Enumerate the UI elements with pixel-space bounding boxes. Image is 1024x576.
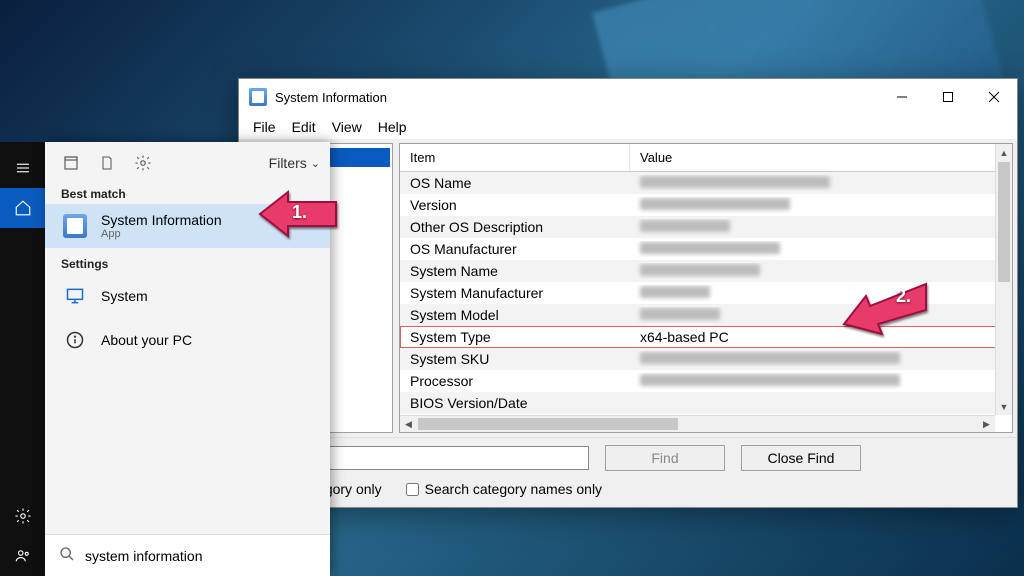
- item-cell: System SKU: [400, 351, 630, 367]
- settings-scope-icon[interactable]: [127, 147, 159, 179]
- table-row[interactable]: System Typex64-based PC: [400, 326, 1012, 348]
- scroll-up-icon[interactable]: ▲: [996, 144, 1012, 161]
- item-cell: Version: [400, 197, 630, 213]
- result-subtitle: App: [101, 228, 222, 240]
- info-icon: [61, 326, 89, 354]
- value-cell: [630, 307, 1012, 323]
- value-cell: [630, 241, 1012, 257]
- table-row[interactable]: BIOS Version/Date: [400, 392, 1012, 414]
- details-list: Item Value OS Name Version Other OS Descri…: [399, 143, 1013, 433]
- hamburger-icon[interactable]: [0, 148, 45, 188]
- scroll-down-icon[interactable]: ▼: [996, 398, 1012, 415]
- value-cell: [630, 373, 1012, 389]
- settings-icon[interactable]: [0, 496, 45, 536]
- result-label: System: [101, 288, 148, 304]
- settings-header: Settings: [45, 254, 330, 274]
- find-options: cted category only Search category names…: [239, 477, 1017, 507]
- find-bar: Find Close Find: [239, 437, 1017, 477]
- item-cell: System Name: [400, 263, 630, 279]
- result-title: System Information: [101, 212, 222, 228]
- scroll-left-icon[interactable]: ◀: [400, 416, 417, 432]
- close-button[interactable]: [971, 79, 1017, 115]
- home-icon[interactable]: [0, 188, 45, 228]
- item-cell: System Model: [400, 307, 630, 323]
- item-cell: Other OS Description: [400, 219, 630, 235]
- table-row[interactable]: Processor: [400, 370, 1012, 392]
- value-cell: [630, 263, 1012, 279]
- table-row[interactable]: Version: [400, 194, 1012, 216]
- chevron-down-icon: ⌄: [311, 157, 320, 170]
- menu-help[interactable]: Help: [372, 117, 413, 137]
- apps-scope-icon[interactable]: [55, 147, 87, 179]
- list-header: Item Value: [400, 144, 1012, 172]
- menu-edit[interactable]: Edit: [286, 117, 322, 137]
- vertical-scrollbar[interactable]: ▲ ▼: [995, 144, 1012, 415]
- table-row[interactable]: OS Name: [400, 172, 1012, 194]
- table-row[interactable]: System Model: [400, 304, 1012, 326]
- find-button[interactable]: Find: [605, 445, 725, 471]
- filters-dropdown[interactable]: Filters ⌄: [269, 155, 320, 171]
- documents-scope-icon[interactable]: [91, 147, 123, 179]
- column-value[interactable]: Value: [630, 144, 1012, 171]
- menubar: File Edit View Help: [239, 115, 1017, 139]
- value-cell: [630, 351, 1012, 367]
- table-row[interactable]: System Name: [400, 260, 1012, 282]
- value-cell: x64-based PC: [630, 329, 1012, 345]
- item-cell: BIOS Version/Date: [400, 395, 630, 411]
- scroll-thumb[interactable]: [418, 418, 678, 430]
- value-cell: [630, 285, 1012, 301]
- close-find-button[interactable]: Close Find: [741, 445, 861, 471]
- monitor-icon: [61, 282, 89, 310]
- titlebar[interactable]: System Information: [239, 79, 1017, 115]
- result-label: About your PC: [101, 332, 192, 348]
- sysinfo-app-icon: [61, 212, 89, 240]
- table-row[interactable]: OS Manufacturer: [400, 238, 1012, 260]
- opt-search-category-names[interactable]: Search category names only: [406, 481, 602, 497]
- item-cell: OS Name: [400, 175, 630, 191]
- value-cell: [630, 197, 1012, 213]
- table-row[interactable]: System SKU: [400, 348, 1012, 370]
- item-cell: Processor: [400, 373, 630, 389]
- menu-file[interactable]: File: [247, 117, 282, 137]
- search-icon: [59, 546, 75, 565]
- system-information-window: System Information File Edit View Help n…: [238, 78, 1018, 508]
- sysinfo-icon: [249, 88, 267, 106]
- column-item[interactable]: Item: [400, 144, 630, 171]
- result-system-information[interactable]: System Information App: [45, 204, 330, 248]
- maximize-button[interactable]: [925, 79, 971, 115]
- table-row[interactable]: Other OS Description: [400, 216, 1012, 238]
- minimize-button[interactable]: [879, 79, 925, 115]
- item-cell: System Type: [400, 329, 630, 345]
- menu-view[interactable]: View: [326, 117, 368, 137]
- item-cell: OS Manufacturer: [400, 241, 630, 257]
- scroll-thumb[interactable]: [998, 162, 1010, 282]
- result-about-your-pc[interactable]: About your PC: [45, 318, 330, 362]
- filters-label: Filters: [269, 155, 307, 171]
- checkbox[interactable]: [406, 483, 419, 496]
- taskbar: [0, 142, 45, 576]
- start-search-panel: Filters ⌄ Best match System Information …: [45, 142, 330, 576]
- best-match-header: Best match: [45, 184, 330, 204]
- horizontal-scrollbar[interactable]: ◀ ▶: [400, 415, 995, 432]
- value-cell: [630, 175, 1012, 191]
- item-cell: System Manufacturer: [400, 285, 630, 301]
- search-input[interactable]: [85, 548, 316, 564]
- result-system[interactable]: System: [45, 274, 330, 318]
- window-title: System Information: [275, 90, 387, 105]
- table-row[interactable]: System Manufacturer: [400, 282, 1012, 304]
- scroll-right-icon[interactable]: ▶: [978, 416, 995, 432]
- search-box[interactable]: [45, 534, 330, 576]
- people-icon[interactable]: [0, 536, 45, 576]
- value-cell: [630, 219, 1012, 235]
